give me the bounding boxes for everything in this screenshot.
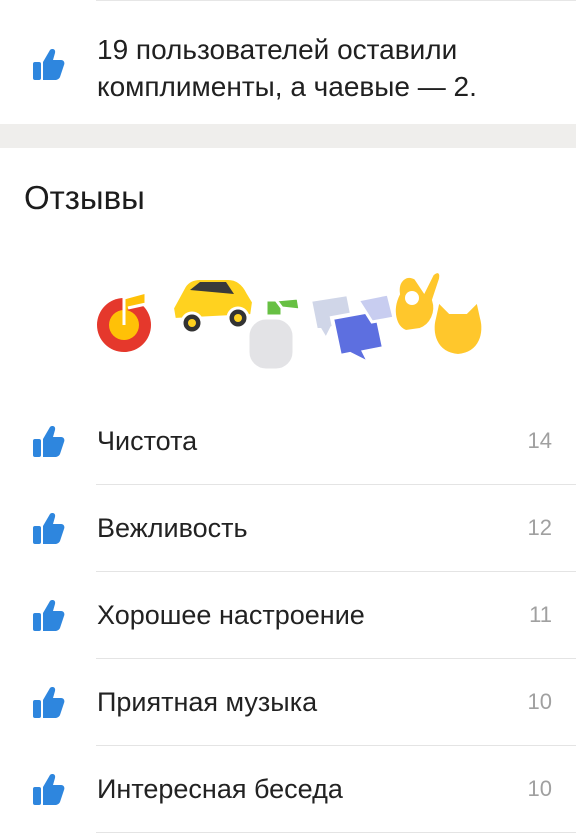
review-count: 14 xyxy=(527,428,552,453)
review-stickers xyxy=(93,269,486,372)
review-label: Чистота xyxy=(97,426,198,456)
review-count: 10 xyxy=(527,689,552,714)
review-label: Хорошее настроение xyxy=(97,600,365,630)
review-row: Хорошее настроение 11 xyxy=(0,572,576,659)
review-count: 10 xyxy=(527,776,552,801)
summary-text: 19 пользователей оставили комплименты, а… xyxy=(97,31,557,105)
section-title: Отзывы xyxy=(24,179,145,216)
compliments-summary: 19 пользователей оставили комплименты, а… xyxy=(0,0,576,124)
thumbs-up-icon xyxy=(30,510,66,546)
thumbs-up-icon xyxy=(30,597,66,633)
thumbs-up-icon xyxy=(30,684,66,720)
cat-icon xyxy=(430,296,486,359)
review-label: Приятная музыка xyxy=(97,687,318,717)
review-label: Интересная беседа xyxy=(97,774,343,804)
review-row: Интересная беседа 10 xyxy=(0,746,576,833)
thumbs-up-icon xyxy=(30,771,66,807)
review-row: Чистота 14 xyxy=(0,398,576,485)
review-count: 12 xyxy=(527,515,552,540)
taxi-car-icon xyxy=(169,276,257,335)
thumbs-up-icon xyxy=(30,423,66,459)
section-separator xyxy=(0,124,576,148)
review-row: Вежливость 12 xyxy=(0,485,576,572)
chat-bubbles-icon xyxy=(307,291,396,369)
thumbs-up-icon xyxy=(30,46,66,82)
review-label: Вежливость xyxy=(97,513,248,543)
review-row: Приятная музыка 10 xyxy=(0,659,576,746)
divider xyxy=(96,0,576,1)
spray-bottle-icon xyxy=(246,296,302,372)
summary-line-1: 19 пользователей оставили xyxy=(97,34,458,65)
review-count: 11 xyxy=(529,602,552,627)
music-note-icon xyxy=(93,290,155,356)
summary-line-2: комплименты, а чаевые — 2. xyxy=(97,71,477,102)
